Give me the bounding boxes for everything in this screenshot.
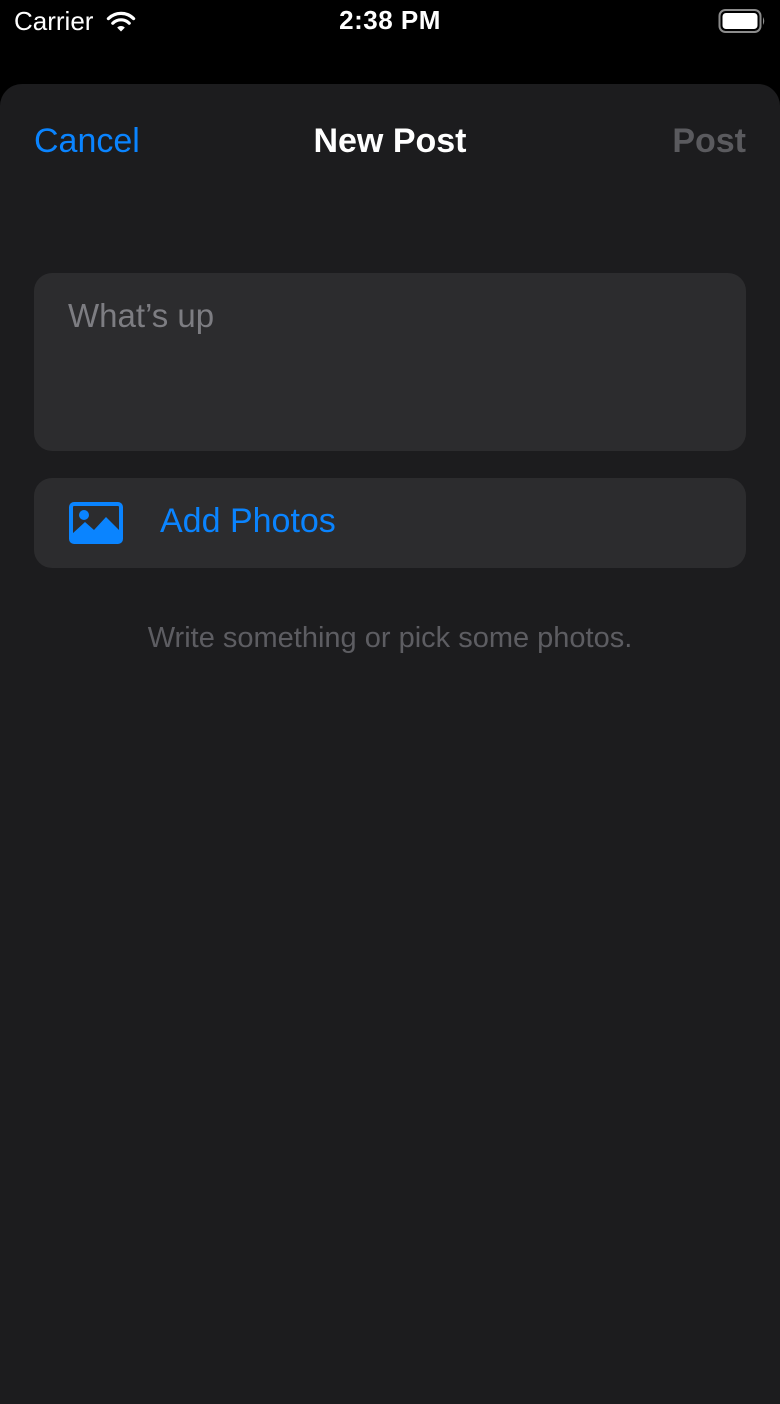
navigation-bar: Cancel New Post Post xyxy=(0,84,780,200)
clock: 2:38 PM xyxy=(339,5,441,35)
compose-card xyxy=(34,273,746,451)
empty-state-hint: Write something or pick some photos. xyxy=(147,622,633,654)
post-button[interactable]: Post xyxy=(672,122,746,161)
photo-icon xyxy=(69,502,123,544)
battery-full-icon xyxy=(718,9,765,33)
add-photos-button[interactable]: Add Photos xyxy=(34,478,746,568)
add-photos-label: Add Photos xyxy=(160,502,336,540)
new-post-sheet: Cancel New Post Post Add Photos Write so… xyxy=(0,84,780,1404)
status-bar: Carrier 2:38 PM xyxy=(0,0,780,60)
cancel-button[interactable]: Cancel xyxy=(34,122,140,161)
compose-text-field[interactable] xyxy=(34,273,746,451)
